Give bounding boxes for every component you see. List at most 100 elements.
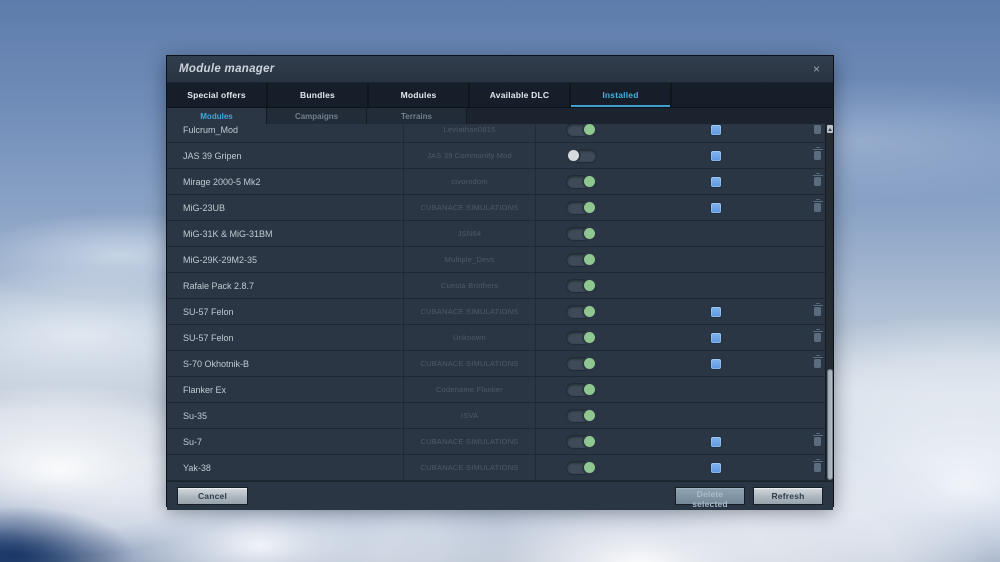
module-toggle-cell — [536, 247, 626, 272]
module-checkbox-cell — [626, 247, 806, 272]
module-select-checkbox[interactable] — [711, 177, 721, 187]
module-select-checkbox[interactable] — [711, 151, 721, 161]
toggle-knob — [582, 460, 597, 475]
module-enabled-toggle[interactable] — [567, 176, 596, 188]
module-name: S-70 Okhotnik-B — [167, 351, 404, 376]
module-select-checkbox[interactable] — [711, 125, 721, 135]
toggle-knob — [582, 304, 597, 319]
module-name: Fulcrum_Mod — [167, 124, 404, 142]
module-checkbox-cell — [626, 299, 806, 324]
module-developer: Cuesta Brothers — [404, 273, 536, 298]
module-enabled-toggle[interactable] — [567, 410, 596, 422]
toggle-knob — [582, 434, 597, 449]
module-enabled-toggle[interactable] — [567, 228, 596, 240]
delete-selected-button[interactable]: Delete selected — [675, 487, 745, 505]
module-manager-dialog: Module manager × Special offersBundlesMo… — [166, 55, 834, 507]
dialog-footer: Cancel Delete selected Refresh — [167, 481, 833, 510]
module-developer: JAS 39 Community Mod — [404, 143, 536, 168]
tab-installed[interactable]: Installed — [571, 83, 672, 107]
module-toggle-cell — [536, 221, 626, 246]
module-enabled-toggle[interactable] — [567, 384, 596, 396]
module-name: Yak-38 — [167, 455, 404, 480]
trash-icon[interactable] — [814, 177, 821, 186]
tab-bundles[interactable]: Bundles — [268, 83, 369, 107]
trash-icon[interactable] — [814, 151, 821, 160]
tab-modules[interactable]: Modules — [369, 83, 470, 107]
module-checkbox-cell — [626, 273, 806, 298]
module-row: Su-7CUBANACE SIMULATIONS — [167, 429, 833, 455]
module-select-checkbox[interactable] — [711, 437, 721, 447]
trash-icon[interactable] — [814, 333, 821, 342]
module-developer: CUBANACE SIMULATIONS — [404, 455, 536, 480]
module-row: Rafale Pack 2.8.7Cuesta Brothers — [167, 273, 833, 299]
trash-icon[interactable] — [814, 437, 821, 446]
module-toggle-cell — [536, 351, 626, 376]
subtab-modules[interactable]: Modules — [167, 108, 267, 124]
module-name: Rafale Pack 2.8.7 — [167, 273, 404, 298]
tab-special-offers[interactable]: Special offers — [167, 83, 268, 107]
module-name: Flanker Ex — [167, 377, 404, 402]
module-enabled-toggle[interactable] — [567, 462, 596, 474]
module-toggle-cell — [536, 325, 626, 350]
sky-background: Module manager × Special offersBundlesMo… — [0, 0, 1000, 562]
module-row: SU-57 FelonUnknown — [167, 325, 833, 351]
up-arrow-icon — [828, 128, 832, 131]
module-toggle-cell — [536, 299, 626, 324]
subtab-campaigns[interactable]: Campaigns — [267, 108, 367, 124]
trash-icon[interactable] — [814, 463, 821, 472]
main-tab-bar: Special offersBundlesModulesAvailable DL… — [167, 83, 833, 108]
module-name: MiG-31K & MiG-31BM — [167, 221, 404, 246]
dialog-titlebar: Module manager × — [167, 56, 833, 83]
module-select-checkbox[interactable] — [711, 463, 721, 473]
scroll-up-button[interactable] — [827, 125, 833, 133]
module-developer: civorodom — [404, 169, 536, 194]
module-enabled-toggle[interactable] — [567, 332, 596, 344]
module-enabled-toggle[interactable] — [567, 306, 596, 318]
module-checkbox-cell — [626, 195, 806, 220]
module-rows: Fulcrum_ModLeviathan0815JAS 39 GripenJAS… — [167, 124, 833, 481]
module-enabled-toggle[interactable] — [567, 436, 596, 448]
refresh-button[interactable]: Refresh — [753, 487, 823, 505]
module-developer: ISVA — [404, 403, 536, 428]
dialog-title: Module manager — [167, 63, 275, 75]
module-name: MiG-29K-29M2-35 — [167, 247, 404, 272]
module-enabled-toggle[interactable] — [567, 280, 596, 292]
module-select-checkbox[interactable] — [711, 359, 721, 369]
module-toggle-cell — [536, 143, 626, 168]
toggle-knob — [582, 124, 597, 137]
module-developer: JSN64 — [404, 221, 536, 246]
module-name: MiG-23UB — [167, 195, 404, 220]
module-checkbox-cell — [626, 455, 806, 480]
trash-icon[interactable] — [814, 307, 821, 316]
subtab-terrains[interactable]: Terrains — [367, 108, 467, 124]
tab-available-dlc[interactable]: Available DLC — [470, 83, 571, 107]
module-select-checkbox[interactable] — [711, 203, 721, 213]
close-icon[interactable]: × — [809, 61, 824, 77]
module-checkbox-cell — [626, 169, 806, 194]
module-toggle-cell — [536, 455, 626, 480]
trash-icon[interactable] — [814, 203, 821, 212]
toggle-knob — [582, 408, 597, 423]
module-row: JAS 39 GripenJAS 39 Community Mod — [167, 143, 833, 169]
trash-icon[interactable] — [814, 359, 821, 368]
toggle-knob — [582, 200, 597, 215]
scrollbar-thumb[interactable] — [827, 369, 833, 480]
module-enabled-toggle[interactable] — [567, 124, 596, 136]
module-name: JAS 39 Gripen — [167, 143, 404, 168]
module-developer: CUBANACE SIMULATIONS — [404, 351, 536, 376]
module-enabled-toggle[interactable] — [567, 150, 596, 162]
toggle-knob — [566, 148, 581, 163]
module-enabled-toggle[interactable] — [567, 358, 596, 370]
module-row: Mirage 2000-5 Mk2civorodom — [167, 169, 833, 195]
module-select-checkbox[interactable] — [711, 333, 721, 343]
module-row: MiG-23UBCUBANACE SIMULATIONS — [167, 195, 833, 221]
module-enabled-toggle[interactable] — [567, 202, 596, 214]
module-select-checkbox[interactable] — [711, 307, 721, 317]
trash-icon[interactable] — [814, 125, 821, 134]
scrollbar[interactable] — [825, 124, 833, 481]
module-developer: Unknown — [404, 325, 536, 350]
module-enabled-toggle[interactable] — [567, 254, 596, 266]
cancel-button[interactable]: Cancel — [177, 487, 248, 505]
module-checkbox-cell — [626, 221, 806, 246]
module-checkbox-cell — [626, 124, 806, 142]
